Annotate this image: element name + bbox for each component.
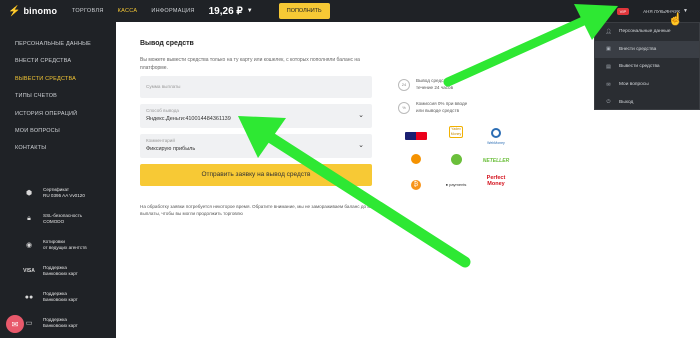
dropdown-withdraw[interactable]: ▤ Вывести средства xyxy=(595,58,699,76)
amount-placeholder: Сумма выплаты xyxy=(146,84,181,89)
badge-certificate: ⬢ Сертификат RU 0395 AA Vv0120 xyxy=(0,180,116,206)
trust-badges: ⬢ Сертификат RU 0395 AA Vv0120 🔒︎ SSL-без… xyxy=(0,180,116,336)
payeer-logo: ● payments xyxy=(445,182,467,187)
mastercard-icon: ●● xyxy=(24,293,34,301)
submit-withdrawal-button[interactable]: Отправить заявку на вывод средств xyxy=(140,164,372,186)
comment-value: Фиксирую прибыль xyxy=(146,146,196,152)
chevron-down-icon[interactable]: ▼ xyxy=(683,8,688,14)
wallet-icon: ▣ xyxy=(606,46,611,53)
badge-ssl: 🔒︎ SSL-безопасность COMODO xyxy=(0,206,116,232)
withdraw-icon: ▤ xyxy=(606,63,611,70)
user-icon: 👤︎ xyxy=(605,28,612,35)
neteller-logo xyxy=(438,154,474,167)
sidebar-item-contacts[interactable]: КОНТАКТЫ xyxy=(0,140,116,157)
clock-24-icon: 24 xyxy=(398,78,410,91)
power-icon: ⏻ xyxy=(606,99,611,106)
yandex-money-logo: Yadex Money xyxy=(449,126,463,138)
info-commission: % Комиссия 0% при вводе или выводе средст… xyxy=(398,101,467,114)
dropdown-personal-data[interactable]: 👤︎ Персональные данные xyxy=(595,23,699,41)
sidebar-item-account-types[interactable]: ТИПЫ СЧЕТОВ xyxy=(0,88,116,105)
chevron-down-icon[interactable]: ⌄ xyxy=(358,141,364,149)
page-title: Вывод средств xyxy=(140,40,194,47)
sidebar-item-withdraw[interactable]: ВЫВЕСТИ СРЕДСТВА xyxy=(0,71,116,88)
sidebar-item-deposit[interactable]: ВНЕСТИ СРЕДСТВА xyxy=(0,53,116,70)
visa-icon: VISA xyxy=(23,268,35,274)
deposit-button[interactable]: ПОПОЛНИТЬ xyxy=(278,3,330,19)
binomo-logo[interactable]: ⚡ binomo xyxy=(8,6,66,17)
withdraw-method-select[interactable]: Способ вывода Яндекс.Деньги:410014484361… xyxy=(140,104,372,128)
sidebar-item-questions[interactable]: МОИ ВОПРОСЫ xyxy=(0,123,116,140)
bolt-icon: ⚡ xyxy=(8,5,21,17)
mouse-cursor-icon: ☝ xyxy=(668,12,683,26)
page-description: Вы можете вывести средства только на ту … xyxy=(140,57,360,71)
comment-label: Комментарий xyxy=(146,138,175,143)
sidebar-item-personal-data[interactable]: ПЕРСОНАЛЬНЫЕ ДАННЫЕ xyxy=(0,36,116,53)
skrill-logo: NETELLER xyxy=(482,158,510,164)
badge-visa: VISA Поддержка Банковских карт xyxy=(0,258,116,284)
dropdown-deposit[interactable]: ▣ Внести средства xyxy=(595,40,699,59)
sidebar-item-history[interactable]: ИСТОРИЯ ОПЕРАЦИЙ xyxy=(0,106,116,123)
certificate-icon: ⬢ xyxy=(25,190,33,197)
sidebar-menu: ПЕРСОНАЛЬНЫЕ ДАННЫЕ ВНЕСТИ СРЕДСТВА ВЫВЕ… xyxy=(0,36,116,158)
badge-quotes: ◉ Котировки от ведущих агентств xyxy=(0,232,116,258)
chat-icon[interactable]: ✉ xyxy=(6,315,24,333)
chevron-down-icon[interactable]: ⌄ xyxy=(358,111,364,119)
chevron-down-icon[interactable]: ▼ xyxy=(247,8,253,14)
balance-display[interactable]: 19,26 ₽ xyxy=(209,6,243,17)
webmoney-logo: WebMoney xyxy=(478,128,514,145)
badge-mastercard: ●● Поддержка Банковских карт xyxy=(0,284,116,310)
top-bar: ⚡ binomo ТОРГОВЛЯ КАССА ИНФОРМАЦИЯ 19,26… xyxy=(0,0,700,22)
quotes-icon: ◉ xyxy=(25,242,33,249)
main-nav: ТОРГОВЛЯ КАССА ИНФОРМАЦИЯ xyxy=(72,8,209,14)
visa-mastercard-logo xyxy=(398,132,434,142)
sidebar: ПЕРСОНАЛЬНЫЕ ДАННЫЕ ВНЕСТИ СРЕДСТВА ВЫВЕ… xyxy=(0,22,116,338)
user-dropdown-menu: 👤︎ Персональные данные ▣ Внести средства… xyxy=(594,22,700,110)
dropdown-logout[interactable]: ⏻ Выход xyxy=(595,93,699,111)
nav-trading[interactable]: ТОРГОВЛЯ xyxy=(72,8,104,14)
bitcoin-logo: ₿ xyxy=(398,180,434,192)
processing-note: На обработку заявки потребуется некоторо… xyxy=(140,204,386,216)
method-label: Способ вывода xyxy=(146,108,179,113)
qiwi-logo xyxy=(398,154,434,166)
dropdown-questions[interactable]: ✉ Мои вопросы xyxy=(595,76,699,94)
method-value: Яндекс.Деньги:410014484361139 xyxy=(146,116,231,122)
perfect-money-logo: Perfect Money xyxy=(486,175,506,187)
nav-cashier[interactable]: КАССА xyxy=(118,8,138,14)
chat-icon: ✉ xyxy=(606,81,611,88)
comment-field[interactable]: Комментарий Фиксирую прибыль ⌄ xyxy=(140,134,372,158)
vip-badge: VIP xyxy=(616,7,630,15)
percent-icon: % xyxy=(398,101,410,114)
info-24h: 24 Вывод средств течение 24 часов xyxy=(398,78,453,91)
amount-field[interactable]: Сумма выплаты xyxy=(140,76,372,98)
lock-icon: 🔒︎ xyxy=(27,215,31,222)
nav-information[interactable]: ИНФОРМАЦИЯ xyxy=(151,8,194,14)
